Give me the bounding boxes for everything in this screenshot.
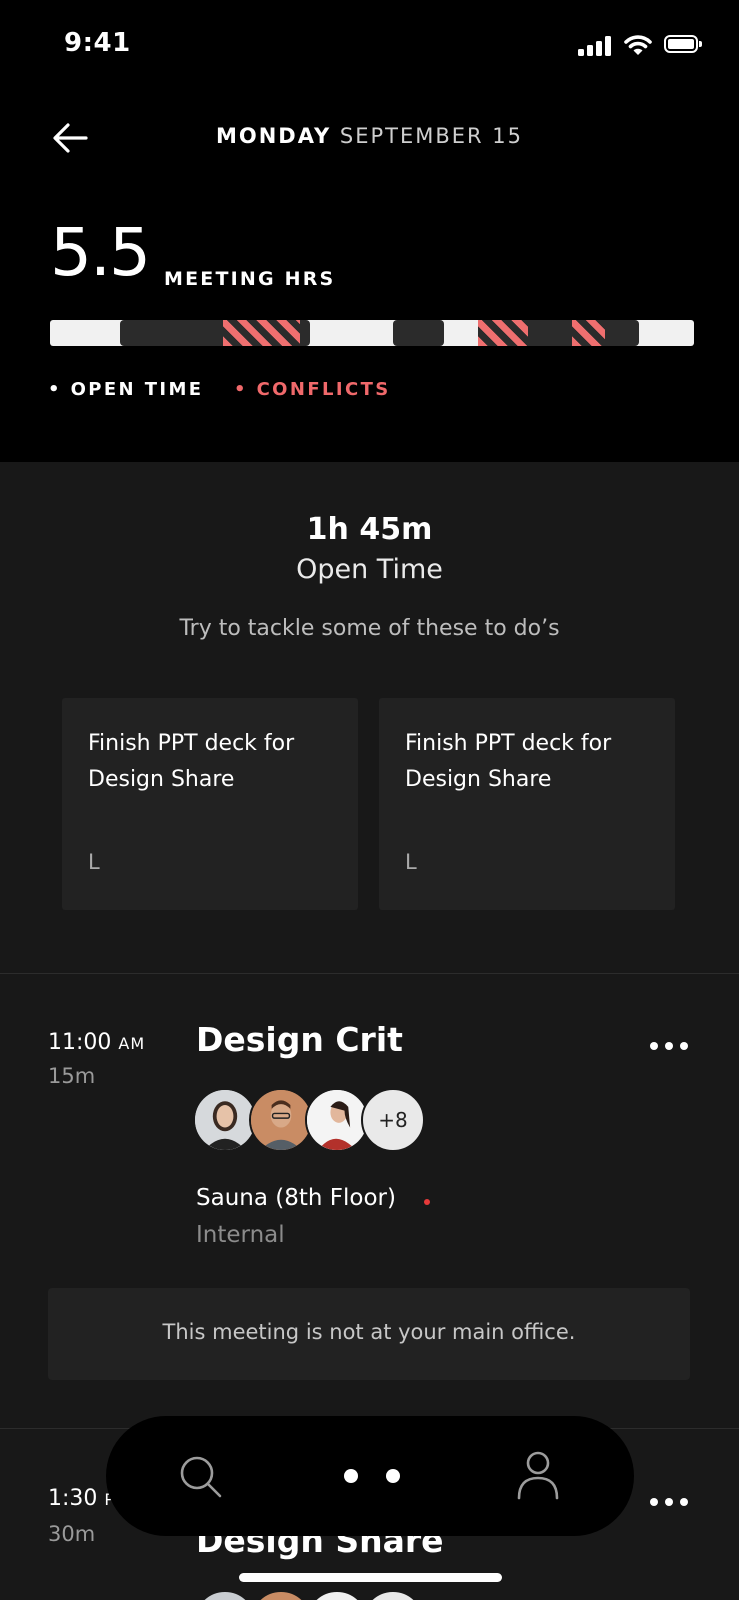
location-notice-text: This meeting is not at your main office.: [162, 1320, 576, 1344]
user-icon: [517, 1451, 559, 1500]
more-horizontal-icon: [650, 1042, 658, 1050]
legend-open-time: • OPEN TIME: [48, 379, 204, 400]
section-divider: [0, 973, 739, 974]
todo-suggestion-text: Try to tackle some of these to do’s: [179, 616, 560, 641]
avatar: [193, 1590, 257, 1600]
avatar: [305, 1590, 369, 1600]
meeting-room: Sauna (8th Floor): [196, 1185, 396, 1211]
meeting-duration: 15m: [48, 1064, 96, 1088]
day-timeline-bar: [50, 320, 694, 346]
meeting-duration: 30m: [48, 1522, 96, 1546]
todo-title: Finish PPT deck for Design Share: [405, 731, 612, 792]
room-status-dot: [424, 1199, 430, 1205]
avatar: [249, 1088, 313, 1152]
location-notice: This meeting is not at your main office.: [48, 1288, 690, 1380]
avatar: [193, 1088, 257, 1152]
meeting-more-button[interactable]: [650, 1496, 690, 1508]
date-day: MONDAY: [215, 124, 332, 148]
signal-icon: [578, 36, 614, 56]
todo-size: L: [405, 850, 417, 874]
more-dot: [665, 1498, 673, 1506]
timeline-busy-segment: [393, 320, 444, 346]
avatar: [249, 1590, 313, 1600]
timeline-conflict-segment: [572, 320, 605, 346]
attendee-avatars[interactable]: [193, 1590, 433, 1600]
meeting-hours-label: MEETING HRS: [164, 268, 336, 290]
todo-title: Finish PPT deck for Design Share: [88, 731, 295, 792]
meeting-more-button[interactable]: [650, 1040, 690, 1052]
nav-dot-icon: [386, 1469, 400, 1483]
todo-size: L: [88, 850, 100, 874]
more-dot: [680, 1042, 688, 1050]
todo-card[interactable]: Finish PPT deck for Design Share L: [379, 698, 675, 910]
avatar: [361, 1590, 425, 1600]
more-dot: [680, 1498, 688, 1506]
home-indicator[interactable]: [239, 1573, 502, 1582]
meeting-time-value: 1:30: [48, 1486, 98, 1511]
avatar: [305, 1088, 369, 1152]
date-rest: SEPTEMBER 15: [339, 124, 524, 148]
meeting-time-ampm: AM: [118, 1034, 146, 1053]
nav-search-button[interactable]: [178, 1454, 224, 1500]
nav-profile-button[interactable]: [516, 1450, 560, 1500]
status-time: 9:41: [64, 28, 131, 58]
timeline-conflict-segment: [223, 320, 300, 346]
search-icon: [180, 1456, 222, 1498]
battery-icon: [664, 35, 704, 55]
more-dot: [665, 1042, 673, 1050]
bottom-nav-bar: [106, 1416, 634, 1536]
attendee-avatars[interactable]: +8: [193, 1088, 433, 1154]
meeting-hours-value: 5.5: [50, 214, 151, 291]
meeting-time-value: 11:00: [48, 1030, 112, 1055]
meeting-start-time: 11:00 AM: [48, 1030, 145, 1055]
wifi-icon: [624, 33, 652, 57]
timeline-conflict-segment: [478, 320, 528, 346]
nav-dot-icon: [344, 1469, 358, 1483]
legend-conflicts: • CONFLICTS: [234, 379, 391, 400]
todo-card[interactable]: Finish PPT deck for Design Share L: [62, 698, 358, 910]
open-time-duration: 1h 45m: [306, 512, 433, 547]
meeting-start-time: 1:30 P: [48, 1486, 114, 1511]
nav-home-button[interactable]: [332, 1466, 402, 1486]
more-horizontal-icon: [650, 1498, 658, 1506]
open-time-label: Open Time: [296, 554, 443, 585]
meeting-type: Internal: [196, 1222, 285, 1248]
page-title-date: MONDAY SEPTEMBER 15: [0, 124, 739, 148]
meeting-title[interactable]: Design Crit: [196, 1020, 403, 1059]
attendees-more-count: +8: [361, 1088, 425, 1152]
